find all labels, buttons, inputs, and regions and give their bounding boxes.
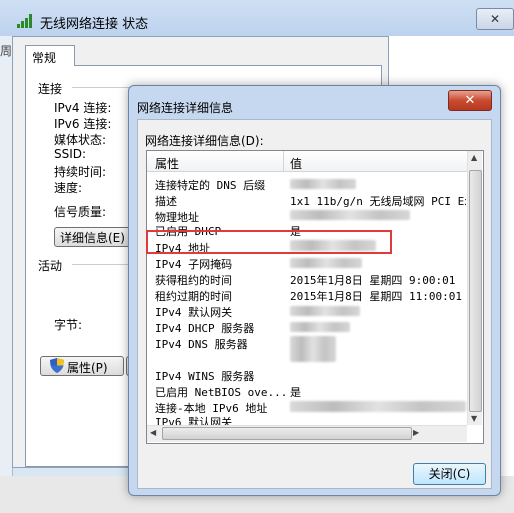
redacted-value [290, 306, 360, 316]
column-separator[interactable] [283, 151, 284, 171]
row-property: 描述 [155, 195, 177, 208]
row-property: IPv4 WINS 服务器 [155, 370, 255, 383]
scroll-left-icon[interactable]: ◀ [150, 428, 156, 437]
speed-label: 速度: [54, 181, 83, 195]
row-value: 是 [290, 386, 301, 399]
row-value: 2015年1月8日 星期四 11:00:01 [290, 290, 462, 303]
row-property: 已启用 NetBIOS ove... [155, 386, 288, 399]
row-property: 连接特定的 DNS 后缀 [155, 179, 266, 192]
redacted-value [290, 210, 410, 220]
redacted-value [290, 322, 350, 332]
dialog-title: 网络连接详细信息 [137, 101, 234, 115]
row-value: 1x1 11b/g/n 无线局域网 PCI Exp [290, 195, 466, 208]
duration-label: 持续时间: [54, 165, 107, 179]
details-list-heading: 网络连接详细信息(D): [145, 134, 264, 148]
column-header-value[interactable]: 值 [290, 155, 302, 172]
row-property: IPv4 DHCP 服务器 [155, 322, 255, 335]
list-header [147, 151, 467, 172]
activity-divider [72, 264, 130, 265]
background-window-title: 无线网络连接 状态 [40, 17, 149, 32]
row-property: IPv4 默认网关 [155, 306, 233, 319]
vertical-scroll-thumb[interactable] [469, 170, 482, 412]
ipv4-highlight-box [146, 230, 392, 254]
column-header-property[interactable]: 属性 [155, 155, 179, 172]
redacted-value [290, 401, 466, 412]
wireless-signal-icon [17, 14, 32, 28]
background-close-button[interactable]: ✕ [476, 8, 514, 30]
row-value: 2015年1月8日 星期四 9:00:01 [290, 274, 456, 287]
properties-button-label: 属性(P) [67, 361, 108, 375]
uac-shield-icon [50, 358, 64, 373]
row-property: IPv4 子网掩码 [155, 258, 233, 271]
connection-section-label: 连接 [38, 82, 63, 96]
scroll-right-icon[interactable]: ▶ [413, 428, 419, 437]
bytes-label: 字节: [54, 318, 83, 332]
redacted-value [290, 258, 362, 268]
ssid-label: SSID: [54, 147, 87, 161]
activity-section-label: 活动 [38, 259, 63, 273]
tab-general-label: 常规 [32, 51, 57, 65]
ipv4-connectivity-label: IPv4 连接: [54, 101, 112, 115]
scroll-up-icon[interactable]: ▲ [471, 153, 477, 162]
redacted-value [290, 179, 356, 189]
redacted-value [290, 336, 336, 362]
dialog-close-x-button[interactable]: ✕ [448, 90, 492, 111]
left-edge-text: 周 [0, 44, 13, 58]
details-button-label: 详细信息(E) [60, 231, 125, 245]
row-property: IPv4 DNS 服务器 [155, 338, 248, 351]
horizontal-scroll-thumb[interactable] [162, 427, 412, 440]
media-state-label: 媒体状态: [54, 133, 107, 147]
row-property: 租约过期的时间 [155, 290, 232, 303]
close-button[interactable]: 关闭(C) [413, 463, 486, 485]
ipv6-connectivity-label: IPv6 连接: [54, 117, 112, 131]
row-property: 获得租约的时间 [155, 274, 232, 287]
signal-quality-label: 信号质量: [54, 205, 107, 219]
scroll-down-icon[interactable]: ▼ [471, 414, 477, 423]
